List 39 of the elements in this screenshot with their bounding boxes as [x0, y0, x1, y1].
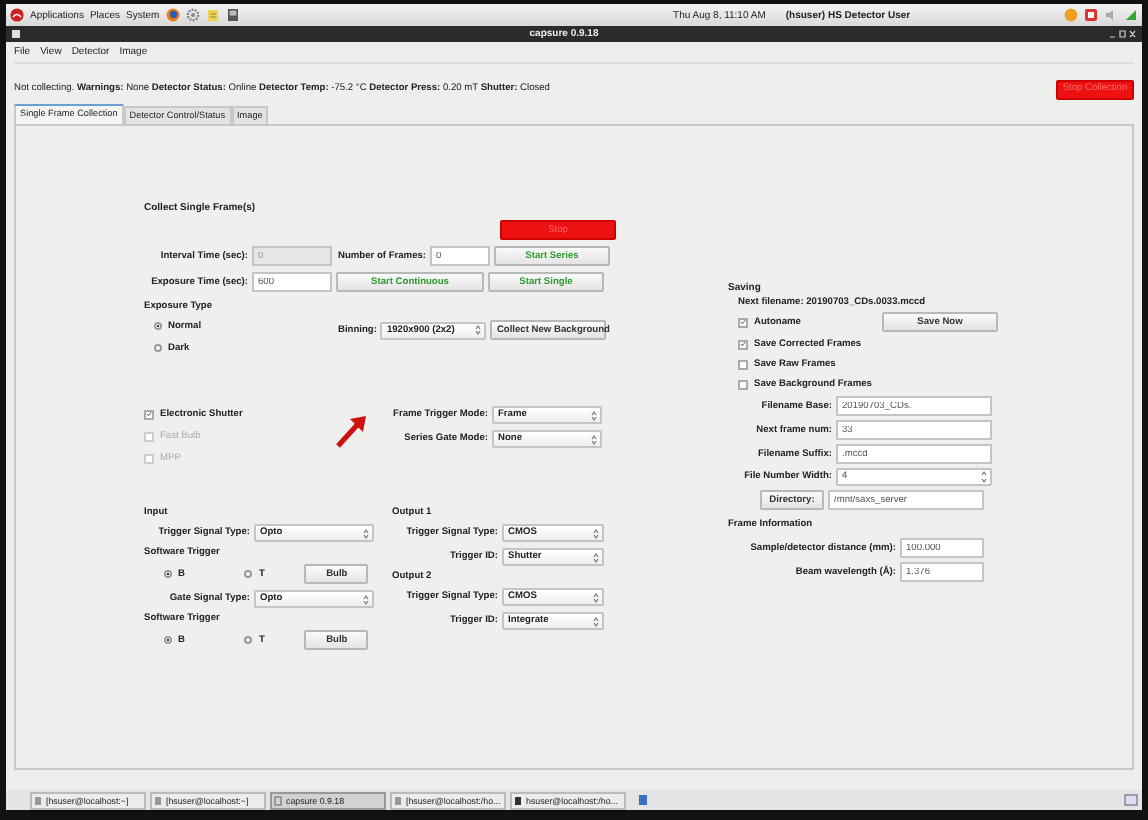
radio-button[interactable]	[154, 344, 162, 352]
checkbox[interactable]	[738, 379, 748, 389]
desktop-icon[interactable]	[1124, 794, 1138, 806]
radio-button[interactable]	[164, 636, 172, 644]
speaker-icon	[1104, 8, 1118, 22]
radio-button[interactable]	[244, 570, 253, 578]
updown-arrow-icon	[592, 615, 600, 627]
checkmark-icon	[740, 318, 746, 326]
hat-logo-icon	[10, 8, 24, 22]
checkmark-icon	[740, 340, 746, 348]
checkmark-icon	[146, 410, 152, 418]
updown-arrow-icon	[362, 527, 370, 539]
updown-arrow-icon	[592, 527, 600, 539]
globe-icon[interactable]	[165, 8, 180, 22]
terminal-icon	[394, 795, 402, 805]
updown-arrow-icon	[592, 591, 600, 603]
checkbox[interactable]	[738, 317, 748, 327]
notepad-icon[interactable]	[205, 8, 220, 22]
checkbox[interactable]	[738, 359, 748, 369]
checkbox[interactable]	[738, 339, 748, 349]
updown-arrow-icon	[590, 409, 598, 421]
checkbox[interactable]	[144, 409, 154, 419]
terminal-icon	[154, 795, 162, 805]
terminal-icon[interactable]	[225, 8, 240, 22]
updown-arrow-icon	[474, 324, 483, 336]
radio-button[interactable]	[154, 322, 162, 330]
radio-button[interactable]	[244, 636, 253, 644]
workspace-icon[interactable]	[638, 794, 648, 806]
window-icon	[274, 795, 282, 805]
updown-arrow-icon	[592, 551, 600, 563]
window-controls-icon[interactable]	[1108, 30, 1136, 38]
radio-button[interactable]	[164, 570, 172, 578]
gear-icon[interactable]	[185, 8, 200, 22]
terminal-icon	[34, 795, 42, 805]
updown-arrow-icon	[362, 593, 370, 605]
pointer-arrow	[336, 414, 368, 448]
updown-arrow-icon	[590, 433, 598, 445]
spinner-arrows-icon	[980, 470, 988, 484]
network-icon	[1124, 8, 1138, 22]
